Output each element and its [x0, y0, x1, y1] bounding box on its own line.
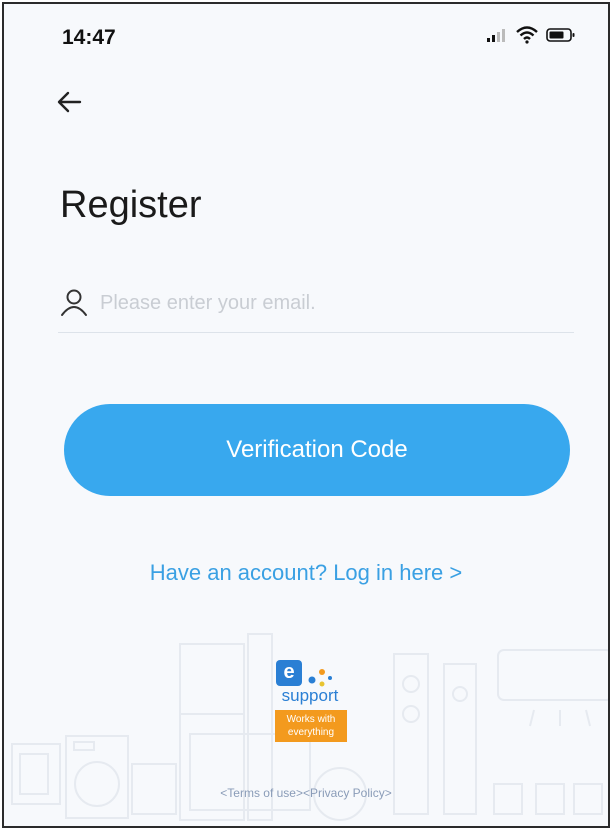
- privacy-policy-link[interactable]: <Privacy Policy>: [303, 786, 392, 800]
- verification-code-button[interactable]: Verification Code: [64, 404, 570, 496]
- app-screen: 14:47 Register Please enter your email. …: [2, 2, 610, 828]
- email-input[interactable]: [98, 284, 562, 322]
- user-icon: [61, 289, 87, 316]
- wifi-icon: [516, 26, 538, 44]
- arrow-left-icon: [57, 91, 82, 113]
- email-field-row: [58, 280, 574, 333]
- logo-letter: e: [276, 660, 302, 686]
- logo-dots-icon: [308, 669, 332, 687]
- battery-icon: [546, 28, 575, 42]
- signal-icon: [487, 29, 505, 42]
- legal-links: <Terms of use><Privacy Policy>: [4, 786, 608, 800]
- terms-of-use-link[interactable]: <Terms of use>: [220, 786, 303, 800]
- logo-mark: e: [270, 656, 352, 692]
- login-link[interactable]: Have an account? Log in here >: [4, 560, 608, 586]
- esupport-logo: e support Works with everything: [270, 656, 352, 742]
- status-icons: [486, 26, 576, 44]
- status-time: 14:47: [62, 26, 116, 49]
- works-with-everything-badge: Works with everything: [275, 710, 347, 742]
- back-button[interactable]: [50, 82, 90, 122]
- status-bar: 14:47: [4, 4, 608, 68]
- page-title: Register: [60, 184, 202, 226]
